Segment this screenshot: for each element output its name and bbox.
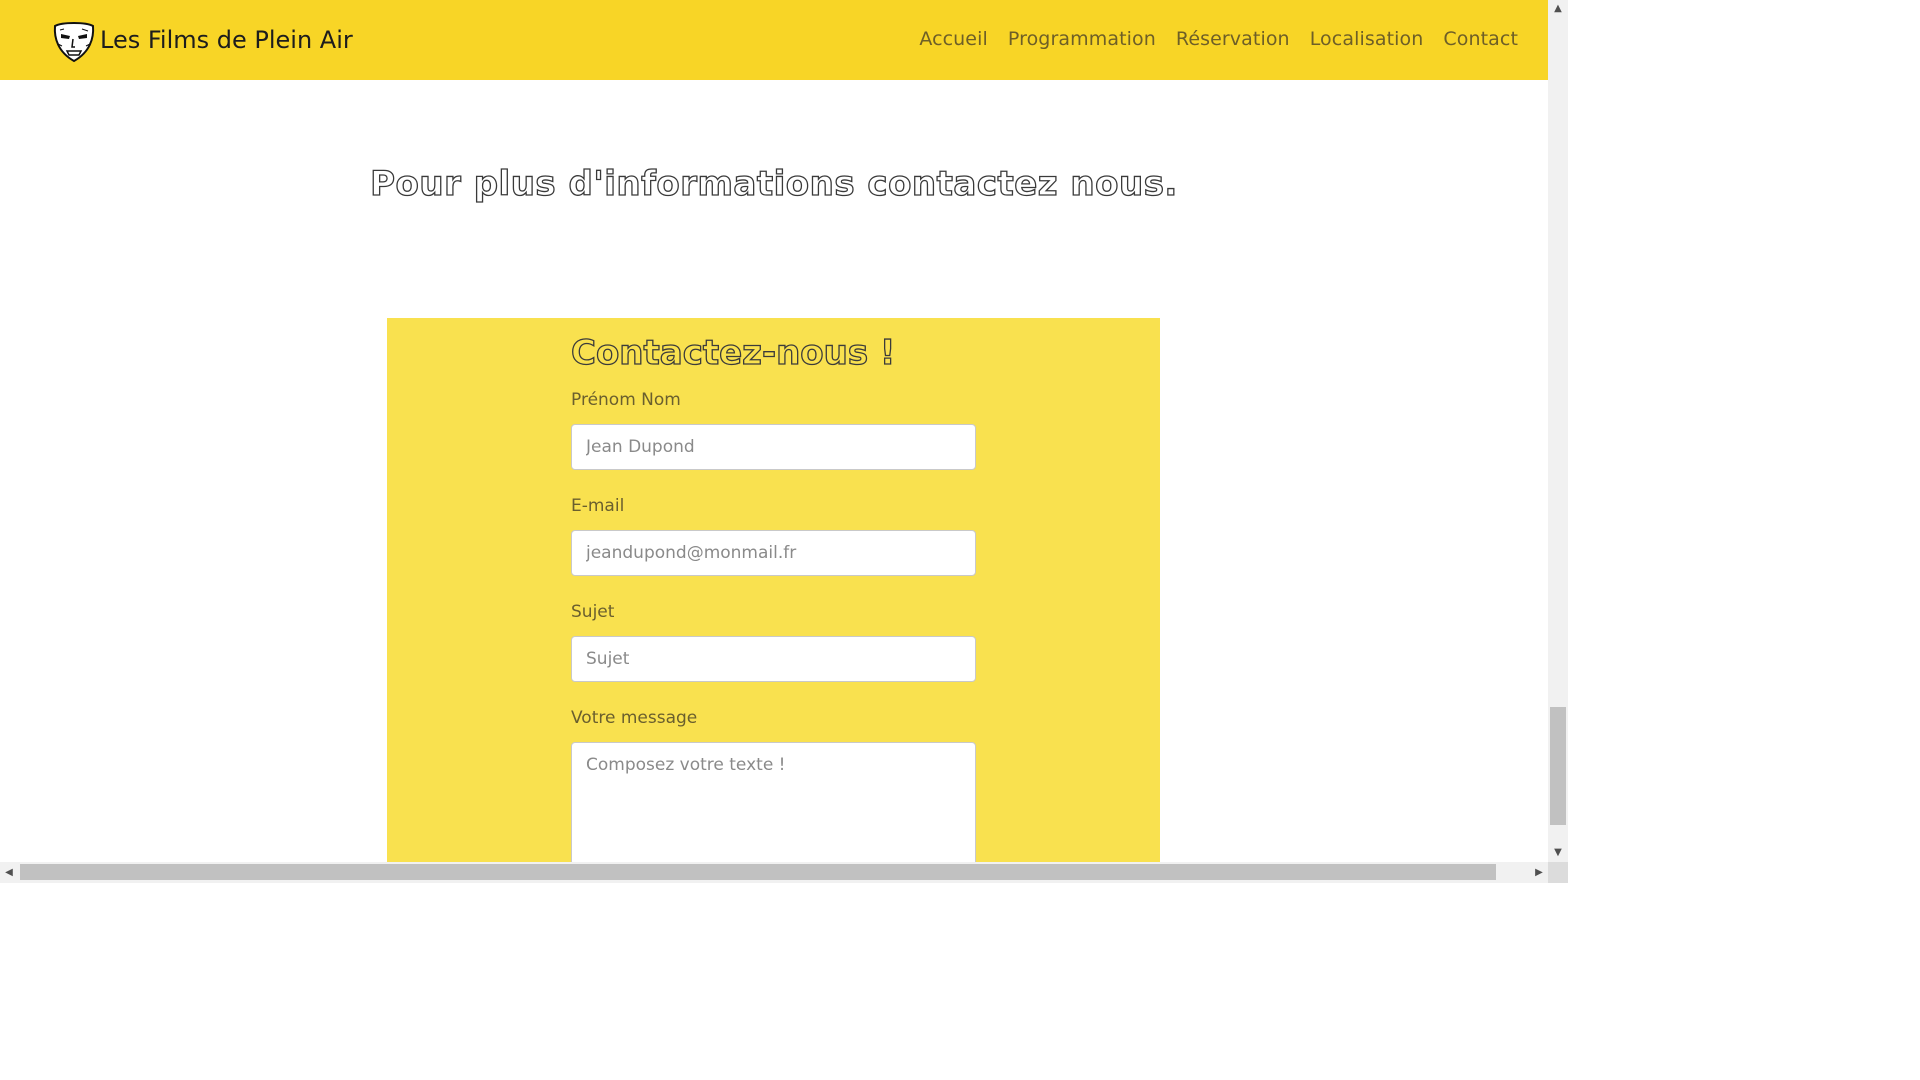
navbar: Les Films de Plein Air Accueil Programma… (0, 0, 1548, 80)
scroll-right-icon[interactable]: ▶ (1530, 862, 1548, 883)
scroll-down-icon[interactable]: ▼ (1548, 844, 1568, 862)
subject-input[interactable] (571, 636, 976, 682)
message-textarea[interactable] (571, 742, 976, 862)
page-viewport: Les Films de Plein Air Accueil Programma… (0, 0, 1548, 862)
email-label: E-mail (571, 496, 625, 516)
page-headline: Pour plus d'informations contactez nous. (369, 164, 1178, 205)
horizontal-scrollbar[interactable]: ◀ ▶ (0, 862, 1548, 883)
nav-link-reservation[interactable]: Réservation (1176, 28, 1290, 50)
scroll-left-icon[interactable]: ◀ (0, 862, 18, 883)
scroll-up-icon[interactable]: ▲ (1548, 0, 1568, 18)
main-nav: Accueil Programmation Réservation Locali… (919, 28, 1518, 50)
contact-form: Contactez-nous ! Prénom Nom E-mail Sujet… (570, 332, 976, 862)
message-label: Votre message (571, 708, 698, 728)
brand-link[interactable]: Les Films de Plein Air (52, 20, 353, 64)
vertical-scrollbar[interactable]: ▲ ▼ (1548, 0, 1568, 862)
email-input[interactable] (571, 530, 976, 576)
scrollbar-corner (1548, 862, 1568, 883)
vertical-scroll-thumb[interactable] (1550, 707, 1566, 825)
form-title: Contactez-nous ! (570, 332, 896, 373)
brand-name: Les Films de Plein Air (100, 26, 353, 54)
nav-link-accueil[interactable]: Accueil (919, 28, 988, 50)
name-label: Prénom Nom (571, 390, 681, 410)
name-input[interactable] (571, 424, 976, 470)
horizontal-scroll-thumb[interactable] (20, 864, 1496, 880)
contact-form-card: Contactez-nous ! Prénom Nom E-mail Sujet… (387, 318, 1160, 862)
mask-logo-icon (53, 22, 95, 63)
subject-label: Sujet (571, 602, 615, 622)
nav-link-programmation[interactable]: Programmation (1008, 28, 1156, 50)
nav-link-contact[interactable]: Contact (1443, 28, 1518, 50)
nav-link-localisation[interactable]: Localisation (1310, 28, 1424, 50)
